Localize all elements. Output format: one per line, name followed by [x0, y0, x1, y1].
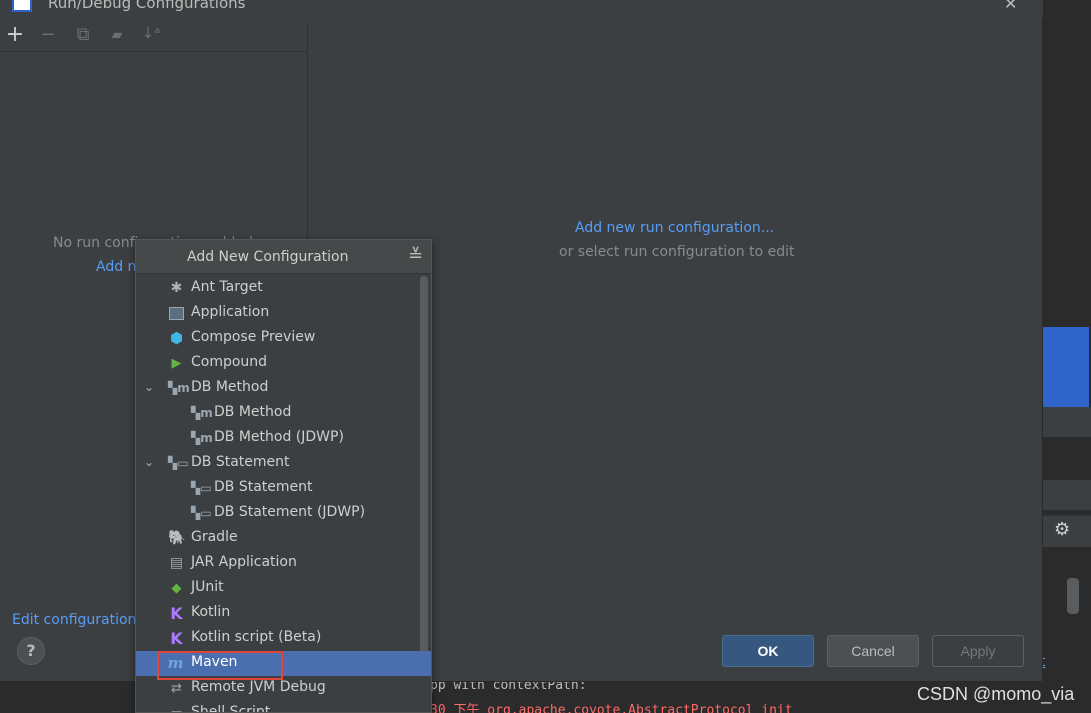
console-line: 30 下午 org.apache.coyote.AbstractProtocol…: [430, 703, 793, 713]
list-item[interactable]: K Kotlin: [136, 601, 420, 626]
chevron-down-icon[interactable]: ⌄: [144, 380, 154, 394]
title-bar: Run/Debug Configurations ✕: [0, 0, 1043, 18]
list-item-label: Compose Preview: [191, 329, 316, 345]
list-item-label: Shell Script: [191, 704, 271, 713]
list-item[interactable]: K Kotlin script (Beta): [136, 626, 420, 651]
list-item[interactable]: ▭ Shell Script: [136, 701, 420, 713]
copy-icon[interactable]: ⧉: [72, 24, 94, 48]
list-item[interactable]: ▚▭ DB Statement (JDWP): [136, 501, 420, 526]
watermark: CSDN @momo_via: [917, 684, 1075, 704]
list-item[interactable]: ▶ Compound: [136, 351, 420, 376]
gradle-icon: 🐘: [168, 530, 186, 546]
add-new-configuration-link[interactable]: Add new run configuration...: [575, 220, 774, 236]
list-item[interactable]: ⌄ ▚▭ DB Statement: [136, 451, 420, 476]
db-statement-icon: ▚▭: [191, 481, 212, 495]
list-item-label: DB Statement (JDWP): [214, 504, 366, 520]
ide-strip: [1043, 407, 1091, 437]
list-item-label: DB Method (JDWP): [214, 429, 344, 445]
db-method-icon: ▚m: [191, 431, 213, 445]
db-statement-icon: ▚▭: [168, 456, 189, 470]
remove-icon[interactable]: −: [37, 24, 59, 48]
kotlin-icon: K: [170, 629, 183, 648]
gear-icon[interactable]: ⚙: [1054, 519, 1074, 541]
list-item[interactable]: ◆ JUnit: [136, 576, 420, 601]
jar-icon: ▤: [169, 555, 184, 571]
application-icon: [169, 307, 184, 320]
compose-icon: ⬢: [169, 329, 184, 347]
list-item-label: Remote JVM Debug: [191, 679, 326, 695]
ant-icon: ✱: [170, 280, 183, 296]
intellij-icon: [12, 0, 32, 12]
popup-title: Add New Configuration: [187, 249, 349, 265]
ide-strip: [1043, 480, 1091, 510]
list-item-label: JAR Application: [191, 554, 297, 570]
list-item[interactable]: ▚m DB Method: [136, 401, 420, 426]
list-item-label: DB Statement: [191, 454, 290, 470]
apply-button[interactable]: Apply: [932, 635, 1024, 667]
list-item-label: Gradle: [191, 529, 238, 545]
list-item-label: DB Method: [214, 404, 292, 420]
dialog-title: Run/Debug Configurations: [48, 0, 246, 12]
add-icon[interactable]: +: [4, 22, 26, 47]
help-button[interactable]: ?: [17, 637, 45, 665]
add-new-link[interactable]: Add n: [96, 259, 136, 275]
db-method-icon: ▚m: [191, 406, 213, 420]
list-item[interactable]: ⌄ ▚m DB Method: [136, 376, 420, 401]
list-item[interactable]: ▚m DB Method (JDWP): [136, 426, 420, 451]
list-item[interactable]: ⬢ Compose Preview: [136, 326, 420, 351]
list-item[interactable]: ✱ Ant Target: [136, 276, 420, 301]
list-item-label: Kotlin script (Beta): [191, 629, 322, 645]
configurations-toolbar: + − ⧉ ▰ ↓ᵃ: [0, 22, 308, 52]
select-hint: or select run configuration to edit: [559, 244, 795, 260]
ok-button[interactable]: OK: [722, 635, 814, 667]
db-statement-icon: ▚▭: [191, 506, 212, 520]
compound-icon: ▶: [171, 356, 182, 371]
list-item[interactable]: ▤ JAR Application: [136, 551, 420, 576]
junit-icon: ◆: [171, 581, 182, 596]
list-item[interactable]: Application: [136, 301, 420, 326]
list-item[interactable]: 🐘 Gradle: [136, 526, 420, 551]
sort-icon[interactable]: ↓ᵃ: [140, 24, 162, 48]
kotlin-icon: K: [170, 604, 183, 623]
chevron-down-icon[interactable]: ⌄: [144, 455, 154, 469]
list-item-label: Ant Target: [191, 279, 263, 295]
list-item-label: JUnit: [191, 579, 224, 595]
add-new-configuration-popup: Add New Configuration ≚ ✱ Ant Target App…: [135, 239, 432, 713]
popup-scrollbar[interactable]: [420, 276, 428, 676]
list-item-label: DB Method: [191, 379, 269, 395]
ide-selected-panel: [1043, 327, 1089, 407]
list-item-label: Application: [191, 304, 270, 320]
list-item[interactable]: ▚▭ DB Statement: [136, 476, 420, 501]
list-item-label: Compound: [191, 354, 268, 370]
remote-icon: ⇄: [171, 681, 182, 696]
highlight-box: [157, 651, 283, 680]
edit-templates-link[interactable]: Edit configuration: [12, 612, 136, 628]
shell-icon: ▭: [168, 705, 185, 712]
cancel-button[interactable]: Cancel: [827, 635, 919, 667]
folder-icon[interactable]: ▰: [106, 27, 128, 51]
collapse-all-icon[interactable]: ≚: [408, 245, 423, 266]
close-icon[interactable]: ✕: [1004, 0, 1017, 13]
ide-scrollbar[interactable]: [1067, 578, 1079, 614]
popup-header: Add New Configuration ≚: [136, 240, 431, 274]
list-item-label: Kotlin: [191, 604, 231, 620]
list-item-label: DB Statement: [214, 479, 313, 495]
db-method-icon: ▚m: [168, 381, 190, 395]
